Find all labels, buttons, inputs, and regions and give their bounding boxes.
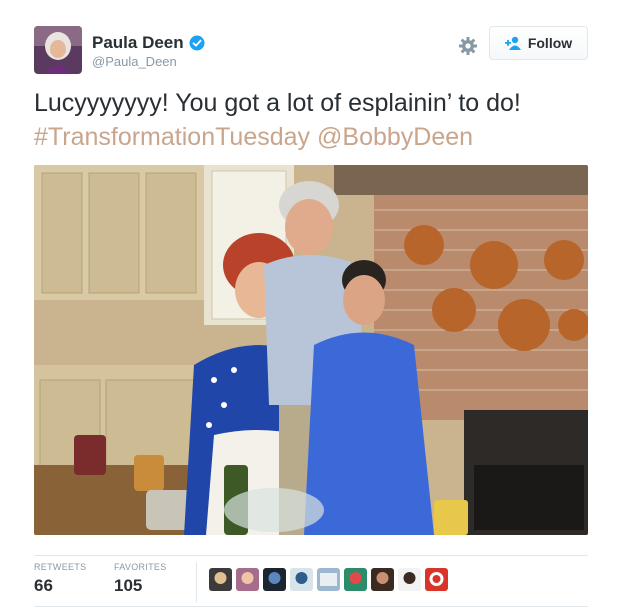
favorites-label: FAVORITES <box>114 562 167 572</box>
stats-divider-top <box>34 555 588 556</box>
author-handle[interactable]: @Paula_Deen <box>92 54 177 69</box>
follow-label: Follow <box>527 35 573 51</box>
favorites-stat[interactable]: FAVORITES 105 <box>114 562 167 596</box>
add-user-icon <box>504 36 521 50</box>
tweet-text-line: Lucyyyyyyy! You got a lot of esplainin’ … <box>34 89 521 117</box>
tweet-header: Paula Deen @Paula_Deen Follow <box>34 26 588 76</box>
favoriter-avatar[interactable] <box>425 568 448 591</box>
favoriter-avatar[interactable] <box>398 568 421 591</box>
favoriter-avatar[interactable] <box>263 568 286 591</box>
tweet-photo[interactable] <box>34 165 588 535</box>
stats-divider <box>196 562 197 602</box>
favoriter-avatar[interactable] <box>371 568 394 591</box>
gear-icon[interactable] <box>458 36 478 56</box>
mention-link[interactable]: @BobbyDeen <box>317 123 473 151</box>
favorites-count: 105 <box>114 576 143 595</box>
retweets-count: 66 <box>34 576 53 595</box>
favoriter-avatar[interactable] <box>344 568 367 591</box>
favoriter-avatar[interactable] <box>209 568 232 591</box>
tweet-text: Lucyyyyyyy! You got a lot of esplainin’ … <box>34 86 594 154</box>
verified-badge-icon <box>189 35 205 51</box>
author-name[interactable]: Paula Deen <box>92 33 184 53</box>
favoriter-avatars <box>209 568 448 591</box>
stats-divider-bottom <box>34 606 588 607</box>
favoriter-avatar[interactable] <box>290 568 313 591</box>
favoriter-avatar[interactable] <box>317 568 340 591</box>
author-avatar[interactable] <box>34 26 82 74</box>
hashtag-link[interactable]: #TransformationTuesday <box>34 123 310 151</box>
retweets-label: RETWEETS <box>34 562 87 572</box>
retweets-stat[interactable]: RETWEETS 66 <box>34 562 86 596</box>
follow-button[interactable]: Follow <box>489 26 588 60</box>
favoriter-avatar[interactable] <box>236 568 259 591</box>
author-name-row[interactable]: Paula Deen <box>92 33 205 53</box>
